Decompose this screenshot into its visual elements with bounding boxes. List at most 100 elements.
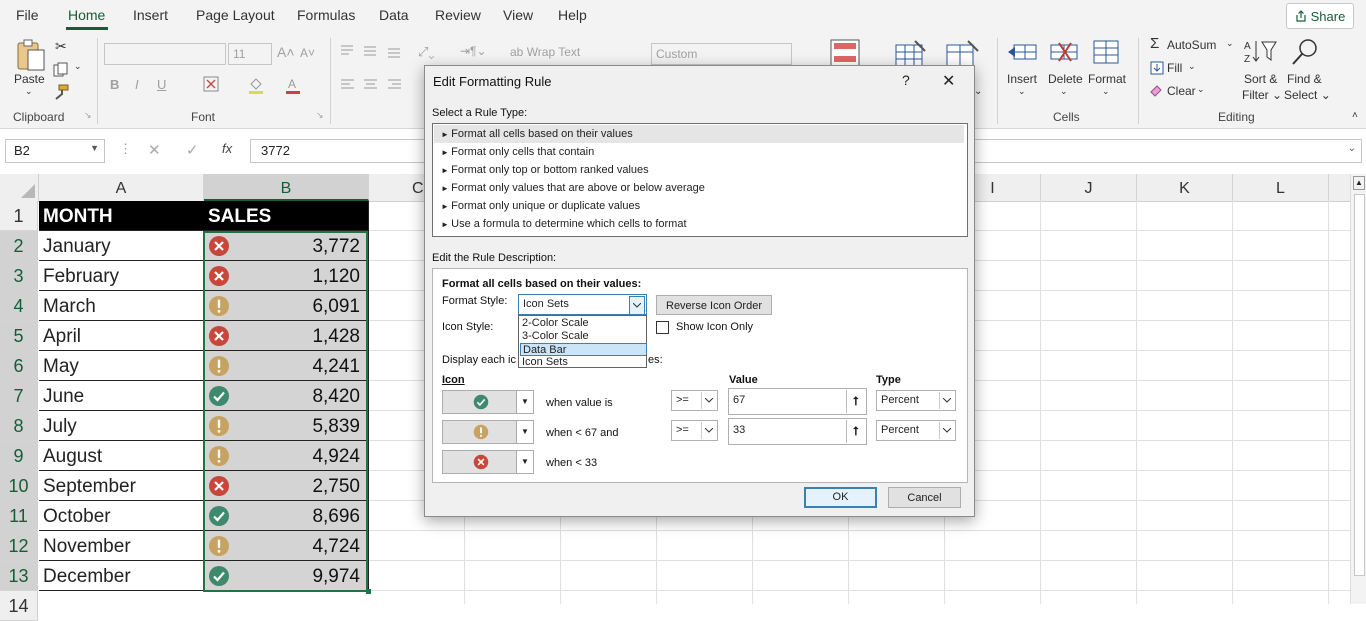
row-header-13[interactable]: 13 [0,561,38,591]
rule-type-item[interactable]: ► Format only unique or duplicate values [434,197,964,215]
row-header-3[interactable]: 3 [0,261,38,291]
horizontal-align-icons[interactable] [340,78,410,92]
styles-dropdown-icon[interactable]: ⌄ [974,86,982,97]
bold-button[interactable]: B [110,77,119,92]
autosum-dropdown-icon[interactable]: ⌄ [1226,38,1234,49]
fill-icon[interactable] [1150,61,1164,75]
clipboard-launcher-icon[interactable]: ↘ [84,110,92,121]
underline-button[interactable]: U [157,77,166,92]
type-dropdown-icon[interactable] [939,422,954,439]
paste-icon[interactable] [15,38,47,72]
sort-filter-icon[interactable]: AZ [1244,38,1278,66]
format-style-select[interactable]: Icon Sets [518,294,647,315]
cell-month[interactable]: July [39,411,204,441]
tab-formulas[interactable]: Formulas [297,7,355,23]
show-icon-only-checkbox[interactable] [656,321,669,334]
find-select-icon[interactable] [1290,37,1320,67]
fill-dropdown-icon[interactable]: ⌄ [1188,61,1196,72]
tab-data[interactable]: Data [379,7,409,23]
scroll-up-icon[interactable]: ▲ [1353,176,1365,190]
value-input-2[interactable]: 33 ⭡ [728,418,867,445]
collapse-ribbon-icon[interactable]: ˄ [1352,110,1358,121]
cell-month[interactable]: December [39,561,204,591]
format-cells-label[interactable]: Format [1088,72,1126,86]
cancel-button[interactable]: Cancel [888,487,961,508]
row-header-8[interactable]: 8 [0,411,38,441]
share-button[interactable]: Share [1286,3,1354,29]
type-dropdown-icon[interactable] [939,392,954,409]
name-box[interactable]: B2 ▼ [5,139,105,163]
icon-dropdown-icon[interactable]: ▼ [516,451,533,473]
insert-cells-label[interactable]: Insert [1007,72,1037,86]
cell-month[interactable]: April [39,321,204,351]
icon-select-3[interactable]: ▼ [442,450,534,474]
tab-insert[interactable]: Insert [133,7,168,23]
row-header-12[interactable]: 12 [0,531,38,561]
collapse-dialog-icon[interactable]: ⭡ [846,390,865,413]
column-header-j[interactable]: J [1041,174,1137,201]
operator-select-2[interactable]: >= [671,420,718,441]
paste-label[interactable]: Paste [14,72,45,86]
name-box-dropdown-icon[interactable]: ▼ [90,143,99,153]
enter-entry-icon[interactable]: ✓ [186,141,199,159]
tab-view[interactable]: View [503,7,533,23]
decrease-font-icon[interactable]: A˅ [300,46,315,60]
delete-cells-label[interactable]: Delete [1048,72,1083,86]
vertical-align-icons[interactable] [340,44,410,58]
fill-color-icon[interactable] [248,76,264,94]
tab-home[interactable]: Home [68,7,105,23]
sort-filter-label-2[interactable]: Filter ⌄ [1242,88,1282,102]
expand-formula-bar-icon[interactable]: ⌄ [1348,143,1356,154]
row-header-11[interactable]: 11 [0,501,38,531]
format-dropdown-icon[interactable]: ⌄ [1102,86,1110,97]
column-header-l[interactable]: L [1233,174,1329,201]
sort-filter-label-1[interactable]: Sort & [1244,72,1277,86]
tab-file[interactable]: File [16,7,39,23]
row-header-2[interactable]: 2 [0,231,38,261]
autosum-icon[interactable]: Σ [1150,35,1159,52]
insert-cells-icon[interactable] [1006,39,1038,65]
cell-month[interactable]: September [39,471,204,501]
column-header-k[interactable]: K [1137,174,1233,201]
italic-button[interactable]: I [135,77,139,92]
value-input-1[interactable]: 67 ⭡ [728,388,867,415]
borders-icon[interactable] [203,76,219,92]
paste-dropdown-icon[interactable]: ⌄ [25,86,33,97]
tab-review[interactable]: Review [435,7,481,23]
clear-eraser-icon[interactable] [1149,83,1163,97]
rule-type-item[interactable]: ► Format all cells based on their values [434,125,964,143]
option-3-color-scale[interactable]: 3-Color Scale [520,330,647,343]
font-launcher-icon[interactable]: ↘ [316,110,324,121]
format-style-dropdown-list[interactable]: 2-Color Scale 3-Color Scale Data Bar Ico… [518,315,647,368]
row-header-1[interactable]: 1 [0,201,38,231]
rule-type-item[interactable]: ► Format only cells that contain [434,143,964,161]
icon-select-2[interactable]: ▼ [442,420,534,444]
wrap-text-button[interactable]: ab Wrap Text [510,45,580,59]
cell-month[interactable]: January [39,231,204,261]
format-painter-icon[interactable] [53,84,69,100]
number-format-combo[interactable]: Custom [651,43,792,65]
row-header-5[interactable]: 5 [0,321,38,351]
row-header-7[interactable]: 7 [0,381,38,411]
row-header-9[interactable]: 9 [0,441,38,471]
tab-page-layout[interactable]: Page Layout [196,7,275,23]
reverse-icon-order-button[interactable]: Reverse Icon Order [656,295,772,315]
rule-type-item[interactable]: ► Use a formula to determine which cells… [434,215,964,233]
scroll-thumb[interactable] [1354,194,1365,576]
insert-function-icon[interactable]: fx [222,141,232,156]
row-header-4[interactable]: 4 [0,291,38,321]
insert-dropdown-icon[interactable]: ⌄ [1018,86,1026,97]
close-button[interactable]: ✕ [942,71,955,91]
tab-help[interactable]: Help [558,7,587,23]
cell-month[interactable]: May [39,351,204,381]
vertical-scrollbar[interactable]: ▲ [1350,174,1366,604]
row-header-10[interactable]: 10 [0,471,38,501]
icon-dropdown-icon[interactable]: ▼ [516,421,533,443]
rule-type-item[interactable]: ► Format only values that are above or b… [434,179,964,197]
ok-button[interactable]: OK [804,487,877,508]
increase-font-icon[interactable]: A˄ [277,44,295,60]
format-style-dropdown-icon[interactable] [629,296,645,315]
delete-dropdown-icon[interactable]: ⌄ [1060,86,1068,97]
font-size-combo[interactable]: 11 [228,43,272,65]
fill-handle[interactable] [366,589,371,594]
